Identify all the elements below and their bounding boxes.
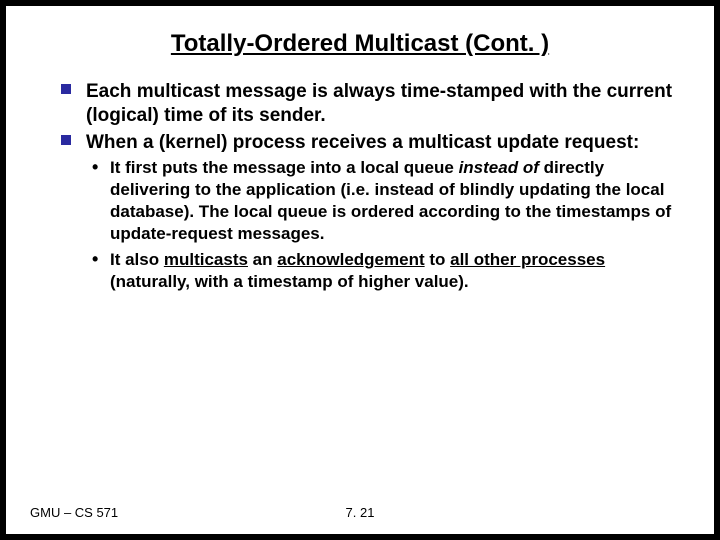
sub-list: • It first puts the message into a local… bbox=[86, 155, 674, 294]
text-underline: all other processes bbox=[450, 250, 605, 269]
bullet-text: When a (kernel) process receives a multi… bbox=[86, 132, 639, 153]
text-part: It first puts the message into a local q… bbox=[110, 158, 459, 177]
bullet-text: Each multicast message is always time-st… bbox=[86, 81, 672, 126]
bullet-item-1: Each multicast message is always time-st… bbox=[86, 80, 674, 129]
text-part: (naturally, with a timestamp of higher v… bbox=[110, 272, 469, 291]
slide-content: Each multicast message is always time-st… bbox=[6, 80, 714, 294]
footer-page-number: 7. 21 bbox=[6, 505, 714, 520]
dot-bullet-icon: • bbox=[92, 156, 98, 179]
text-underline: multicasts bbox=[164, 250, 248, 269]
sub-bullet-1: • It first puts the message into a local… bbox=[110, 157, 674, 245]
text-part: to bbox=[425, 250, 451, 269]
bullet-item-2: When a (kernel) process receives a multi… bbox=[86, 131, 674, 294]
square-bullet-icon bbox=[61, 84, 71, 94]
slide-title: Totally-Ordered Multicast (Cont. ) bbox=[6, 6, 714, 80]
sub-bullet-2: • It also multicasts an acknowledgement … bbox=[110, 249, 674, 293]
dot-bullet-icon: • bbox=[92, 248, 98, 271]
text-part: It also bbox=[110, 250, 164, 269]
text-part: an bbox=[248, 250, 277, 269]
text-underline: acknowledgement bbox=[277, 250, 424, 269]
square-bullet-icon bbox=[61, 135, 71, 145]
slide: Totally-Ordered Multicast (Cont. ) Each … bbox=[6, 6, 714, 534]
text-italic: instead of bbox=[459, 158, 539, 177]
